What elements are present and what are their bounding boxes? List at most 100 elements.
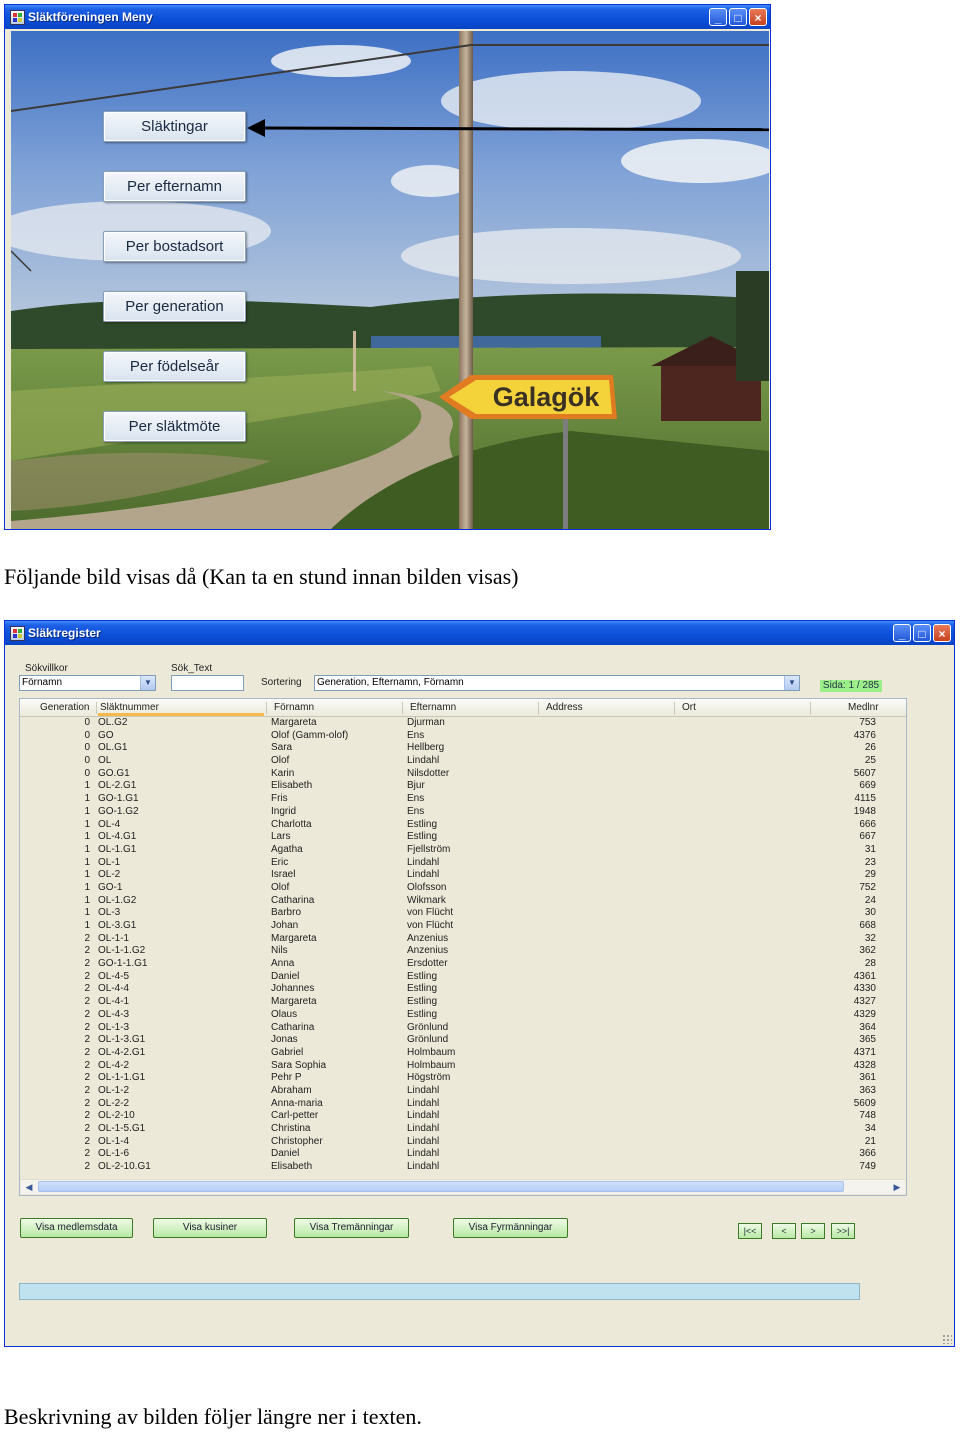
register-window-titlebar[interactable]: Släktregister _ □ × <box>5 621 954 645</box>
cell-slaktnummer: GO-1 <box>98 881 123 893</box>
close-icon[interactable]: × <box>749 8 767 26</box>
visa-fyrmanningar-button[interactable]: Visa Fyrmänningar <box>453 1218 568 1238</box>
table-row[interactable]: 0 OL Olof Lindahl 25 <box>20 755 906 768</box>
scroll-left-icon[interactable]: ◀ <box>22 1181 36 1193</box>
table-row[interactable]: 1 OL-1.G1 Agatha Fjellström 31 <box>20 844 906 857</box>
cell-medlnr: 4329 <box>853 1008 876 1020</box>
table-row[interactable]: 2 OL-2-2 Anna-maria Lindahl 5609 <box>20 1098 906 1111</box>
column-header-address[interactable]: Address <box>546 699 583 716</box>
slaktingar-button[interactable]: Släktingar <box>103 111 246 142</box>
resize-grip-icon[interactable] <box>942 1334 952 1344</box>
cell-efternamn: Lindahl <box>407 869 440 881</box>
cell-medlnr: 363 <box>859 1084 876 1096</box>
prev-page-button[interactable]: < <box>772 1223 796 1239</box>
scroll-right-icon[interactable]: ▶ <box>890 1181 904 1193</box>
first-page-button[interactable]: |<< <box>738 1223 762 1239</box>
table-row[interactable]: 2 OL-1-2 Abraham Lindahl 363 <box>20 1085 906 1098</box>
cell-generation: 1 <box>84 780 90 792</box>
scrollbar-thumb[interactable] <box>38 1181 844 1192</box>
minimize-icon[interactable]: _ <box>893 624 911 642</box>
register-grid[interactable]: Generation Släktnummer Förnamn Efternamn… <box>19 698 907 1196</box>
cell-fornamn: Agatha <box>271 843 303 855</box>
cell-fornamn: Abraham <box>271 1084 312 1096</box>
visa-medlemsdata-button[interactable]: Visa medlemsdata <box>20 1218 133 1238</box>
table-row[interactable]: 0 GO Olof (Gamm-olof) Ens 4376 <box>20 730 906 743</box>
per-efternamn-button[interactable]: Per efternamn <box>103 171 246 202</box>
column-header-efternamn[interactable]: Efternamn <box>410 699 456 716</box>
table-row[interactable]: 1 GO-1 Olof Olofsson 752 <box>20 882 906 895</box>
column-header-generation[interactable]: Generation <box>40 699 89 716</box>
search-text-input[interactable] <box>171 675 244 691</box>
table-row[interactable]: 2 OL-2-10 Carl-petter Lindahl 748 <box>20 1110 906 1123</box>
table-row[interactable]: 1 OL-2 Israel Lindahl 29 <box>20 869 906 882</box>
table-row[interactable]: 2 OL-4-2 Sara Sophia Holmbaum 4328 <box>20 1060 906 1073</box>
table-row[interactable]: 2 OL-4-4 Johannes Estling 4330 <box>20 983 906 996</box>
table-row[interactable]: 2 OL-1-1 Margareta Anzenius 32 <box>20 933 906 946</box>
table-row[interactable]: 1 OL-1 Eric Lindahl 23 <box>20 857 906 870</box>
cell-efternamn: Ersdotter <box>407 958 448 970</box>
table-row[interactable]: 2 OL-1-1.G1 Pehr P Högström 361 <box>20 1072 906 1085</box>
table-row[interactable]: 1 OL-4 Charlotta Estling 666 <box>20 819 906 832</box>
minimize-icon[interactable]: _ <box>709 8 727 26</box>
table-row[interactable]: 0 OL.G2 Margareta Djurman 753 <box>20 717 906 730</box>
table-row[interactable]: 2 OL-1-4 Christopher Lindahl 21 <box>20 1136 906 1149</box>
column-header-ort[interactable]: Ort <box>682 699 696 716</box>
table-row[interactable]: 2 GO-1-1.G1 Anna Ersdotter 28 <box>20 958 906 971</box>
next-page-button[interactable]: > <box>801 1223 825 1239</box>
maximize-icon[interactable]: □ <box>729 8 747 26</box>
per-generation-button[interactable]: Per generation <box>103 291 246 322</box>
table-row[interactable]: 0 OL.G1 Sara Hellberg 26 <box>20 742 906 755</box>
table-row[interactable]: 2 OL-4-2.G1 Gabriel Holmbaum 4371 <box>20 1047 906 1060</box>
table-row[interactable]: 1 OL-2.G1 Elisabeth Bjur 669 <box>20 780 906 793</box>
per-fodelsear-button[interactable]: Per födelseår <box>103 351 246 382</box>
cell-fornamn: Christopher <box>271 1135 323 1147</box>
cell-slaktnummer: OL-1-1.G2 <box>98 945 146 957</box>
table-row[interactable]: 2 OL-2-10.G1 Elisabeth Lindahl 749 <box>20 1161 906 1174</box>
maximize-icon[interactable]: □ <box>913 624 931 642</box>
cell-efternamn: Estling <box>407 996 438 1008</box>
table-row[interactable]: 1 OL-3 Barbro von Flücht 30 <box>20 907 906 920</box>
cell-generation: 2 <box>84 1046 90 1058</box>
search-condition-label: Sökvillkor <box>25 663 68 674</box>
cell-generation: 2 <box>84 1008 90 1020</box>
table-row[interactable]: 2 OL-1-5.G1 Christina Lindahl 34 <box>20 1123 906 1136</box>
cell-generation: 1 <box>84 881 90 893</box>
table-row[interactable]: 1 GO-1.G2 Ingrid Ens 1948 <box>20 806 906 819</box>
per-bostadsort-button[interactable]: Per bostadsort <box>103 231 246 262</box>
sort-select[interactable]: Generation, Efternamn, Förnamn ▼ <box>314 675 800 691</box>
table-row[interactable]: 1 OL-1.G2 Catharina Wikmark 24 <box>20 895 906 908</box>
table-row[interactable]: 2 OL-1-1.G2 Nils Anzenius 362 <box>20 945 906 958</box>
table-row[interactable]: 1 GO-1.G1 Fris Ens 4115 <box>20 793 906 806</box>
cell-medlnr: 364 <box>859 1021 876 1033</box>
last-page-button[interactable]: >>| <box>831 1223 855 1239</box>
table-row[interactable]: 2 OL-4-3 Olaus Estling 4329 <box>20 1009 906 1022</box>
per-slaktmote-button[interactable]: Per släktmöte <box>103 411 246 442</box>
cell-slaktnummer: OL-2 <box>98 869 121 881</box>
table-row[interactable]: 2 OL-4-1 Margareta Estling 4327 <box>20 996 906 1009</box>
cell-fornamn: Sara Sophia <box>271 1059 327 1071</box>
menu-window-titlebar[interactable]: Släktföreningen Meny _ □ × <box>5 5 770 29</box>
visa-kusiner-button[interactable]: Visa kusiner <box>153 1218 267 1238</box>
table-row[interactable]: 2 OL-1-6 Daniel Lindahl 366 <box>20 1148 906 1161</box>
chevron-down-icon[interactable]: ▼ <box>784 676 799 690</box>
chevron-down-icon[interactable]: ▼ <box>140 676 155 690</box>
cell-efternamn: Fjellström <box>407 843 451 855</box>
table-row[interactable]: 2 OL-1-3 Catharina Grönlund 364 <box>20 1022 906 1035</box>
search-condition-select[interactable]: Förnamn ▼ <box>19 675 156 691</box>
table-row[interactable]: 2 OL-1-3.G1 Jonas Grönlund 365 <box>20 1034 906 1047</box>
cell-fornamn: Fris <box>271 793 288 805</box>
cell-efternamn: von Flücht <box>407 907 454 919</box>
table-row[interactable]: 1 OL-3.G1 Johan von Flücht 668 <box>20 920 906 933</box>
cell-generation: 1 <box>84 907 90 919</box>
cell-generation: 2 <box>84 1084 90 1096</box>
column-header-fornamn[interactable]: Förnamn <box>274 699 314 716</box>
cell-efternamn: Hellberg <box>407 742 445 754</box>
visa-tremanningar-button[interactable]: Visa Tremänningar <box>294 1218 409 1238</box>
table-row[interactable]: 0 GO.G1 Karin Nilsdotter 5607 <box>20 768 906 781</box>
table-row[interactable]: 1 OL-4.G1 Lars Estling 667 <box>20 831 906 844</box>
horizontal-scrollbar[interactable]: ◀ ▶ <box>21 1179 905 1194</box>
table-row[interactable]: 2 OL-4-5 Daniel Estling 4361 <box>20 971 906 984</box>
close-icon[interactable]: × <box>933 624 951 642</box>
column-header-medlnr[interactable]: Medlnr <box>848 699 879 716</box>
cell-efternamn: Lindahl <box>407 1097 440 1109</box>
